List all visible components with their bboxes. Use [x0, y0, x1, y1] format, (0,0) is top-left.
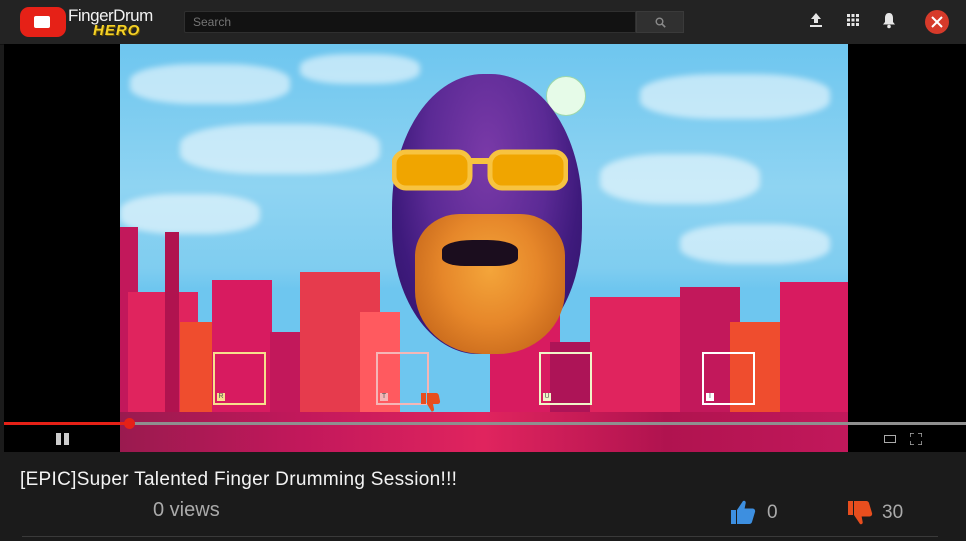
pause-button[interactable]	[56, 433, 70, 445]
drum-target-4[interactable]: I	[702, 352, 755, 405]
dislike-count: 30	[882, 502, 904, 523]
dislike-button-icon[interactable]	[846, 500, 874, 526]
fullscreen-icon[interactable]	[910, 433, 922, 445]
like-count: 0	[767, 502, 778, 523]
close-button[interactable]	[925, 10, 949, 34]
notifications-bell-icon[interactable]	[881, 12, 899, 30]
view-count: 0 views	[153, 499, 220, 521]
search-input[interactable]	[184, 11, 636, 33]
search-icon	[655, 17, 666, 28]
video-info-panel: [EPIC]Super Talented Finger Drumming Ses…	[0, 452, 966, 541]
logo-play-icon[interactable]	[20, 7, 66, 37]
drum-target-key-label: R	[217, 393, 225, 401]
divider	[22, 536, 938, 537]
logo-subtitle: HERO	[93, 22, 141, 39]
like-button-icon[interactable]	[729, 499, 757, 525]
drum-target-1[interactable]: R	[213, 352, 266, 405]
performer-mouth	[442, 240, 518, 266]
close-icon	[931, 16, 943, 28]
theater-mode-icon[interactable]	[884, 435, 896, 443]
upload-icon[interactable]	[808, 12, 826, 30]
video-title: [EPIC]Super Talented Finger Drumming Ses…	[20, 469, 458, 490]
video-player[interactable]: R T U I	[4, 44, 966, 452]
performer-beard	[415, 214, 565, 354]
video-frame[interactable]: R T U I	[120, 44, 848, 452]
sunglasses	[392, 149, 568, 191]
progress-scrubber-handle[interactable]	[124, 418, 135, 429]
drum-target-3[interactable]: U	[539, 352, 592, 405]
dislike-hint-icon	[421, 393, 441, 412]
top-bar: FingerDrum HERO	[0, 0, 966, 45]
drum-target-key-label: U	[543, 393, 551, 401]
progress-bar[interactable]	[4, 422, 966, 425]
apps-grid-icon[interactable]	[845, 12, 863, 30]
drum-target-key-label: T	[380, 393, 388, 401]
drum-target-key-label: I	[706, 393, 714, 401]
progress-bar-filled	[4, 422, 129, 425]
search-button[interactable]	[636, 11, 684, 33]
